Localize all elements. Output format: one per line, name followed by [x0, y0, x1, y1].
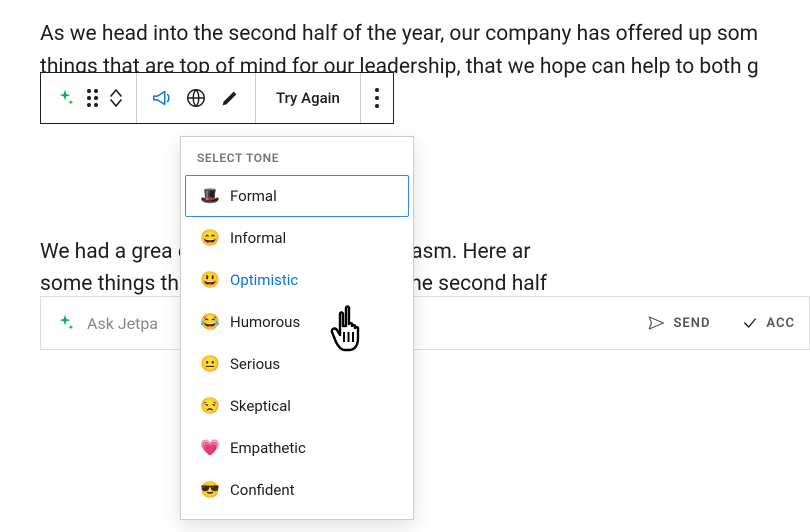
- tone-emoji-icon: 😒: [200, 396, 220, 416]
- accept-label: ACC: [766, 316, 795, 331]
- move-updown-icon[interactable]: [110, 89, 122, 107]
- ai-sparkle-icon[interactable]: [55, 88, 75, 108]
- prompt-input[interactable]: Ask Jetpa: [87, 314, 158, 333]
- send-label: SEND: [673, 316, 710, 331]
- tone-megaphone-icon[interactable]: [151, 87, 173, 109]
- check-icon: [742, 315, 758, 331]
- more-vertical-icon: [375, 88, 379, 108]
- tone-option-label: Serious: [230, 355, 280, 373]
- tone-emoji-icon: 😐: [200, 354, 220, 374]
- tone-option-label: Confident: [230, 481, 295, 499]
- tone-option-empathetic[interactable]: 💗 Empathetic: [185, 427, 409, 469]
- tone-option-confident[interactable]: 😎 Confident: [185, 469, 409, 511]
- tone-option-formal[interactable]: 🎩 Formal: [185, 175, 409, 217]
- tone-option-optimistic[interactable]: 😃 Optimistic: [185, 259, 409, 301]
- tone-option-label: Formal: [230, 187, 277, 205]
- tone-dropdown: SELECT TONE 🎩 Formal 😄 Informal 😃 Optimistic 😂…: [180, 136, 414, 520]
- try-again-button[interactable]: Try Again: [256, 73, 361, 123]
- toolbar-block-group: [41, 73, 137, 123]
- tone-emoji-icon: 😄: [200, 228, 220, 248]
- send-button[interactable]: SEND: [647, 314, 710, 332]
- pointer-cursor-icon: [328, 302, 378, 362]
- tone-emoji-icon: 😎: [200, 480, 220, 500]
- block-toolbar: Try Again: [40, 72, 394, 124]
- tone-option-label: Optimistic: [230, 271, 298, 289]
- tone-emoji-icon: 😃: [200, 270, 220, 290]
- tone-emoji-icon: 😂: [200, 312, 220, 332]
- tone-dropdown-heading: SELECT TONE: [181, 137, 413, 175]
- tone-emoji-icon: 🎩: [200, 186, 220, 206]
- drag-handle-icon[interactable]: [87, 89, 98, 107]
- toolbar-ai-group: [137, 73, 256, 123]
- ai-sparkle-icon: [55, 313, 75, 333]
- accept-button[interactable]: ACC: [742, 315, 795, 331]
- ai-prompt-bar: Ask Jetpa SEND ACC: [40, 296, 810, 350]
- improve-pencil-icon[interactable]: [219, 87, 241, 109]
- tone-option-label: Empathetic: [230, 439, 306, 457]
- tone-emoji-icon: 💗: [200, 438, 220, 458]
- translate-globe-icon[interactable]: [185, 87, 207, 109]
- tone-option-informal[interactable]: 😄 Informal: [185, 217, 409, 259]
- tone-option-label: Informal: [230, 229, 286, 247]
- try-again-label: Try Again: [276, 89, 340, 107]
- tone-option-label: Skeptical: [230, 397, 291, 415]
- toolbar-more-menu[interactable]: [361, 73, 393, 123]
- send-icon: [647, 314, 665, 332]
- tone-option-label: Humorous: [230, 313, 300, 331]
- tone-option-skeptical[interactable]: 😒 Skeptical: [185, 385, 409, 427]
